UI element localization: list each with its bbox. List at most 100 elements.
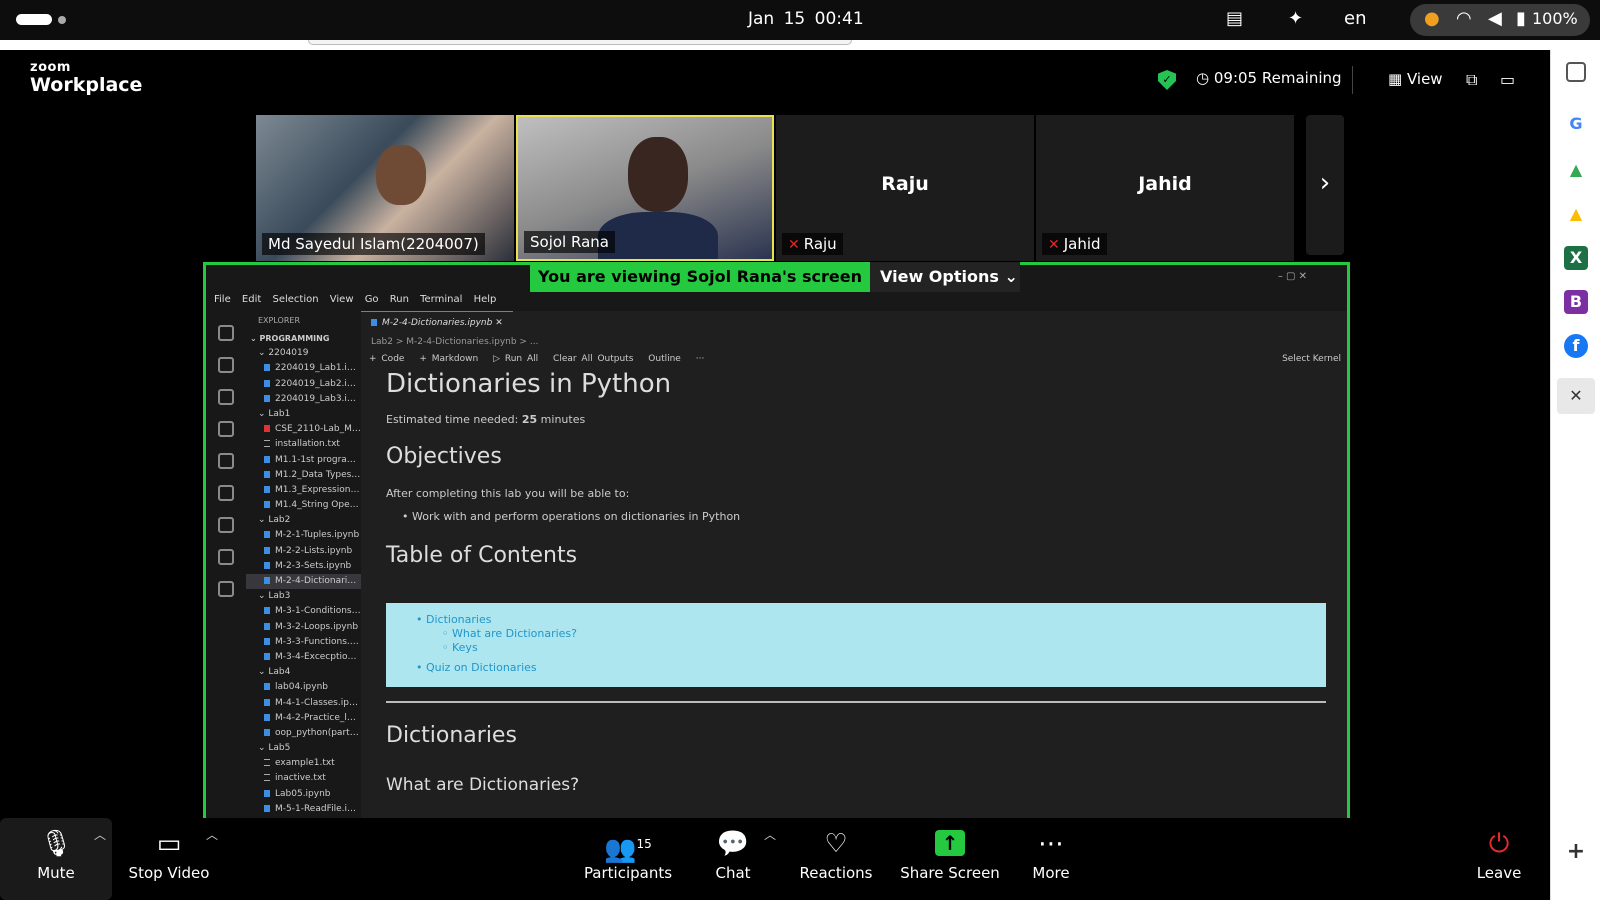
menu-run[interactable]: Run bbox=[390, 294, 409, 305]
participant-name-tag: ✕ Jahid bbox=[1042, 233, 1107, 255]
tree-file[interactable]: oop_python(part-1)... bbox=[246, 726, 361, 741]
folder-root[interactable]: ⌄ PROGRAMMING bbox=[246, 331, 361, 346]
testing-icon[interactable] bbox=[218, 517, 234, 533]
docker-icon[interactable] bbox=[218, 549, 234, 565]
tree-file[interactable]: 2204019_Lab2.ipynb bbox=[246, 377, 361, 392]
tree-file[interactable]: Lab05.ipynb bbox=[246, 787, 361, 802]
tree-file[interactable]: inactive.txt bbox=[246, 771, 361, 786]
tree-file[interactable]: M-2-1-Tuples.ipynb bbox=[246, 528, 361, 543]
add-markdown-button[interactable]: + Markdown bbox=[419, 354, 478, 364]
select-kernel-button[interactable]: Select Kernel bbox=[1282, 349, 1341, 369]
menu-help[interactable]: Help bbox=[474, 294, 497, 305]
reactions-button[interactable]: ♡ Reactions bbox=[796, 822, 876, 896]
view-options-button[interactable]: View Options ⌄ bbox=[870, 262, 1020, 292]
tree-file[interactable]: M-2-3-Sets.ipynb bbox=[246, 559, 361, 574]
next-page-chevron-icon[interactable]: › bbox=[1306, 115, 1344, 255]
bootstrap-icon[interactable]: B bbox=[1564, 290, 1588, 314]
python-icon[interactable] bbox=[218, 581, 234, 597]
add-code-button[interactable]: + Code bbox=[369, 354, 404, 364]
tree-folder[interactable]: ⌄ Lab5 bbox=[246, 741, 361, 756]
participants-button[interactable]: 👥15 Participants bbox=[582, 822, 674, 896]
tree-file[interactable]: M-4-2-Practice_lab-... bbox=[246, 711, 361, 726]
system-tray[interactable]: ● ◠ ◀ ▮ 100% bbox=[1410, 4, 1590, 36]
tree-file[interactable]: M-2-2-Lists.ipynb bbox=[246, 544, 361, 559]
activities-indicator[interactable] bbox=[16, 14, 52, 25]
video-options-chevron-icon[interactable]: ︿ bbox=[206, 826, 218, 843]
editor-tab[interactable]: M-2-4-Dictionaries.ipynb ✕ bbox=[361, 311, 513, 333]
tree-file[interactable]: M-3-2-Loops.ipynb bbox=[246, 620, 361, 635]
clipboard-icon[interactable]: ▤ bbox=[1226, 8, 1243, 29]
tree-file[interactable]: CSE_2110-Lab_Ma... bbox=[246, 422, 361, 437]
address-bar-edge[interactable] bbox=[308, 40, 852, 45]
menu-terminal[interactable]: Terminal bbox=[420, 294, 462, 305]
extensions-icon[interactable] bbox=[218, 453, 234, 469]
tree-file[interactable]: M-3-4-ExcecptionH... bbox=[246, 650, 361, 665]
tree-folder[interactable]: ⌄ Lab4 bbox=[246, 665, 361, 680]
google-icon[interactable]: G bbox=[1564, 112, 1588, 136]
excel-icon[interactable]: X bbox=[1564, 246, 1588, 270]
google-drive-icon[interactable]: ▲ bbox=[1564, 158, 1588, 182]
tree-file[interactable]: lab04.ipynb bbox=[246, 680, 361, 695]
outline-button[interactable]: Outline bbox=[648, 354, 681, 364]
more-actions-button[interactable]: ··· bbox=[696, 354, 705, 364]
run-all-button[interactable]: ▷ Run All bbox=[493, 354, 538, 364]
tree-file[interactable]: M1.2_Data Types.ip... bbox=[246, 468, 361, 483]
audio-options-chevron-icon[interactable]: ︿ bbox=[94, 826, 106, 843]
menu-file[interactable]: File bbox=[214, 294, 231, 305]
tree-file[interactable]: M-4-1-Classes.ipynb bbox=[246, 696, 361, 711]
pop-out-icon[interactable]: ⧉ bbox=[1466, 70, 1477, 90]
menu-edit[interactable]: Edit bbox=[242, 294, 261, 305]
tree-file[interactable]: M-3-1-Conditions.ip... bbox=[246, 604, 361, 619]
close-panel-icon[interactable]: ✕ bbox=[1557, 378, 1595, 414]
menu-selection[interactable]: Selection bbox=[272, 294, 318, 305]
leave-button[interactable]: ⏻ Leave bbox=[1476, 822, 1522, 896]
tree-file[interactable]: M-5-1-ReadFile.ipynb bbox=[246, 802, 361, 817]
participant-tile[interactable]: Jahid ✕ Jahid bbox=[1036, 115, 1294, 261]
tree-file[interactable]: example1.txt bbox=[246, 756, 361, 771]
menu-view[interactable]: View bbox=[330, 294, 354, 305]
view-button[interactable]: ▦ View bbox=[1388, 70, 1443, 88]
add-icon[interactable]: + bbox=[1564, 840, 1588, 864]
tree-file[interactable]: M1.4_String Opera... bbox=[246, 498, 361, 513]
tree-folder[interactable]: ⌄ Lab3 bbox=[246, 589, 361, 604]
participant-tile-active[interactable]: Sojol Rana bbox=[516, 115, 774, 261]
tree-file[interactable]: M1.3_Expressions a... bbox=[246, 483, 361, 498]
google-drive-icon-2[interactable]: ▲ bbox=[1564, 202, 1588, 226]
source-control-icon[interactable] bbox=[218, 389, 234, 405]
more-button[interactable]: ⋯ More bbox=[1028, 822, 1074, 896]
encryption-shield-icon[interactable]: ✓ bbox=[1158, 70, 1176, 90]
tree-folder[interactable]: ⌄ Lab1 bbox=[246, 407, 361, 422]
stop-video-button[interactable]: ▭ Stop Video bbox=[124, 822, 214, 896]
tree-file[interactable]: installation.txt bbox=[246, 437, 361, 452]
tree-file[interactable]: 2204019_Lab1.ipynb bbox=[246, 361, 361, 376]
explorer-icon[interactable] bbox=[218, 325, 234, 341]
menu-go[interactable]: Go bbox=[365, 294, 379, 305]
minimize-window-icon[interactable]: ▭ bbox=[1500, 70, 1515, 89]
run-debug-icon[interactable] bbox=[218, 421, 234, 437]
tree-file[interactable]: 2204019_Lab3.ipynb bbox=[246, 392, 361, 407]
remote-explorer-icon[interactable] bbox=[218, 485, 234, 501]
participant-tile[interactable]: Raju ✕ Raju bbox=[776, 115, 1034, 261]
toc-link[interactable]: • Quiz on Dictionaries bbox=[416, 661, 537, 674]
search-icon[interactable] bbox=[218, 357, 234, 373]
accessibility-icon[interactable]: ✦ bbox=[1288, 8, 1303, 29]
chat-options-chevron-icon[interactable]: ︿ bbox=[764, 826, 776, 843]
tree-folder[interactable]: ⌄ 2204019 bbox=[246, 346, 361, 361]
toc-sublink[interactable]: ◦ What are Dictionaries? bbox=[442, 627, 577, 640]
chat-button[interactable]: 💬 Chat bbox=[700, 822, 766, 896]
share-screen-button[interactable]: ↑ Share Screen bbox=[896, 822, 1004, 896]
language-indicator[interactable]: en bbox=[1344, 8, 1366, 29]
clear-outputs-button[interactable]: Clear All Outputs bbox=[553, 354, 633, 364]
tree-folder[interactable]: ⌄ Lab2 bbox=[246, 513, 361, 528]
tree-item-label: M1.2_Data Types.ip... bbox=[275, 469, 361, 480]
window-controls[interactable]: – ▢ ✕ bbox=[1278, 271, 1307, 282]
toc-link[interactable]: • Dictionaries bbox=[416, 613, 491, 626]
tree-file[interactable]: M-2-4-Dictionaries.i... bbox=[246, 574, 361, 590]
tree-file[interactable]: M-3-3-Functions.ipy... bbox=[246, 635, 361, 650]
tree-file[interactable]: M1.1-1st program.i... bbox=[246, 453, 361, 468]
participant-tile[interactable]: Md Sayedul Islam(2204007) bbox=[256, 115, 514, 261]
sidebar-toggle-icon[interactable] bbox=[1566, 62, 1586, 82]
facebook-icon[interactable]: f bbox=[1564, 334, 1588, 358]
toc-sublink[interactable]: ◦ Keys bbox=[442, 641, 478, 654]
clock[interactable]: Jan 15 00:41 bbox=[748, 9, 864, 29]
